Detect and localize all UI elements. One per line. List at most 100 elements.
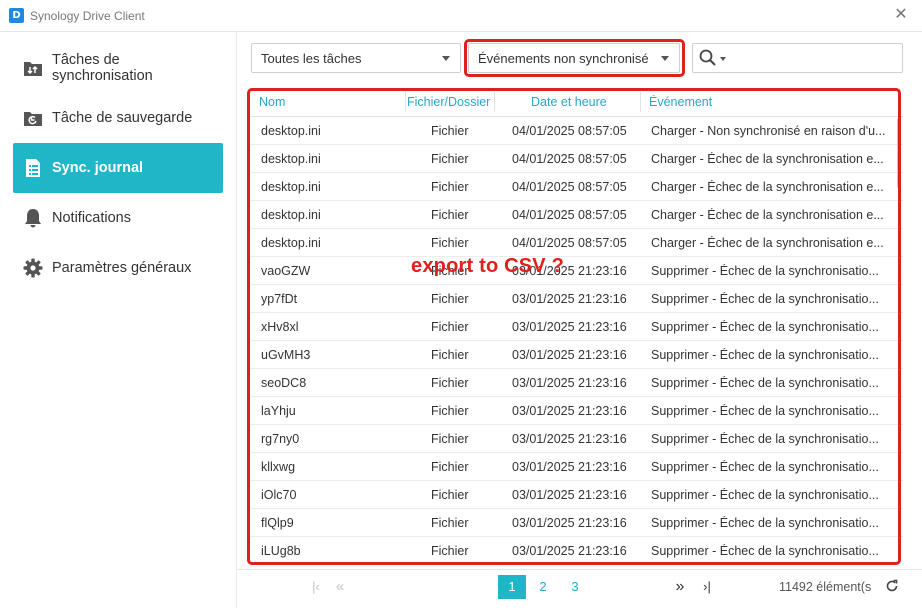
sidebar-item-label: Tâche de sauvegarde (52, 110, 193, 126)
log-list-icon (23, 158, 43, 178)
annotation-text: export to CSV ? (411, 255, 565, 277)
table-row[interactable]: desktop.ini Fichier 04/01/2025 08:57:05 Cha… (251, 145, 903, 173)
sidebar-item-label: Tâches de synchronisation (52, 52, 153, 84)
task-filter-value: Toutes les tâches (261, 50, 362, 66)
table-row[interactable]: flQlp9 Fichier 03/01/2025 21:23:16 Supprime… (251, 509, 903, 537)
cell-name: xHv8xl (261, 320, 299, 334)
cell-type: Fichier (431, 208, 469, 222)
task-filter-dropdown[interactable]: Toutes les tâches (251, 43, 461, 73)
cell-event: Supprimer - Échec de la synchronisatio..… (651, 348, 879, 362)
table-row[interactable]: desktop.ini Fichier 04/01/2025 08:57:05 Cha… (251, 173, 903, 201)
cell-type: Fichier (431, 516, 469, 530)
cell-datetime: 03/01/2025 21:23:16 (512, 432, 627, 446)
cell-event: Supprimer - Échec de la synchronisatio..… (651, 320, 879, 334)
close-button[interactable]: ✕ (892, 6, 910, 24)
sidebar-item-sync-journal[interactable]: Sync. journal (13, 143, 223, 193)
search-options-chevron-icon[interactable] (720, 57, 726, 61)
sidebar-item-sync-tasks[interactable]: Tâches de synchronisation (13, 43, 223, 93)
first-page-button[interactable]: |‹ (307, 575, 325, 599)
cell-datetime: 03/01/2025 21:23:16 (512, 404, 627, 418)
table-row[interactable]: desktop.ini Fichier 04/01/2025 08:57:05 Cha… (251, 229, 903, 257)
previous-page-button[interactable]: « (331, 575, 349, 599)
title-bar: D Synology Drive Client ✕ (0, 0, 922, 32)
table-row[interactable]: xHv8xl Fichier 03/01/2025 21:23:16 Supprime… (251, 313, 903, 341)
cell-event: Supprimer - Échec de la synchronisatio..… (651, 264, 879, 278)
cell-event: Supprimer - Échec de la synchronisatio..… (651, 544, 879, 558)
sync-folder-icon (23, 58, 43, 78)
search-box[interactable] (692, 43, 903, 73)
cell-name: kllxwg (261, 460, 296, 474)
cell-event: Charger - Échec de la synchronisation e.… (651, 236, 884, 250)
table-row[interactable]: desktop.ini Fichier 04/01/2025 08:57:05 Cha… (251, 201, 903, 229)
table-row[interactable]: iLUg8b Fichier 03/01/2025 21:23:16 Supprime… (251, 537, 903, 564)
table-row[interactable]: seoDC8 Fichier 03/01/2025 21:23:16 Supprime… (251, 369, 903, 397)
cell-name: seoDC8 (261, 376, 307, 390)
column-header-datetime[interactable]: Date et heure (531, 95, 641, 109)
window-title: Synology Drive Client (30, 9, 145, 23)
cell-event: Charger - Échec de la synchronisation e.… (651, 208, 884, 222)
table-body: desktop.ini Fichier 04/01/2025 08:57:05 Cha… (251, 117, 903, 564)
cell-type: Fichier (431, 152, 469, 166)
column-divider[interactable] (494, 92, 495, 112)
cell-type: Fichier (431, 404, 469, 418)
cell-type: Fichier (431, 320, 469, 334)
last-page-button[interactable]: ›| (697, 575, 717, 599)
cell-name: desktop.ini (261, 152, 321, 166)
event-filter-value: Événements non synchronisé (478, 50, 649, 66)
cell-datetime: 03/01/2025 21:23:16 (512, 516, 627, 530)
backup-folder-icon (23, 108, 43, 128)
table-row[interactable]: laYhju Fichier 03/01/2025 21:23:16 Supprime… (251, 397, 903, 425)
cell-datetime: 03/01/2025 21:23:16 (512, 488, 627, 502)
sidebar-item-backup-task[interactable]: Tâche de sauvegarde (13, 93, 223, 143)
search-icon[interactable] (699, 49, 717, 72)
chevron-down-icon (442, 56, 450, 61)
synology-drive-logo-icon: D (9, 8, 24, 23)
cell-name: iOlc70 (261, 488, 297, 502)
table-row[interactable]: vaoGZW Fichier 03/01/2025 21:23:16 Supprime… (251, 257, 903, 285)
cell-datetime: 03/01/2025 21:23:16 (512, 460, 627, 474)
column-header-type[interactable]: Fichier/Dossier (407, 95, 493, 109)
cell-type: Fichier (431, 292, 469, 306)
cell-type: Fichier (431, 376, 469, 390)
cell-datetime: 04/01/2025 08:57:05 (512, 180, 627, 194)
column-divider[interactable] (405, 92, 406, 112)
cell-type: Fichier (431, 348, 469, 362)
column-header-name[interactable]: Nom (259, 95, 389, 109)
next-page-button[interactable]: » (670, 575, 690, 599)
cell-type: Fichier (431, 460, 469, 474)
cell-type: Fichier (431, 180, 469, 194)
event-filter-dropdown[interactable]: Événements non synchronisé (468, 43, 680, 73)
table-row[interactable]: yp7fDt Fichier 03/01/2025 21:23:16 Supprime… (251, 285, 903, 313)
table-scrollbar[interactable] (897, 118, 901, 188)
table-row[interactable]: rg7ny0 Fichier 03/01/2025 21:23:16 Supprime… (251, 425, 903, 453)
sidebar: Tâches de synchronisation Tâche de sauve… (0, 32, 236, 608)
sidebar-item-label: Paramètres généraux (52, 260, 192, 276)
item-count: 11492 élément(s) (779, 580, 871, 594)
sync-journal-table: Nom Fichier/Dossier Date et heure Événem… (251, 88, 903, 564)
page-button-1[interactable]: 1 (498, 575, 526, 599)
cell-event: Supprimer - Échec de la synchronisatio..… (651, 376, 879, 390)
table-header: Nom Fichier/Dossier Date et heure Événem… (251, 88, 903, 117)
cell-event: Supprimer - Échec de la synchronisatio..… (651, 432, 879, 446)
cell-event: Supprimer - Échec de la synchronisatio..… (651, 404, 879, 418)
column-header-event[interactable]: Événement (649, 95, 849, 109)
sidebar-item-notifications[interactable]: Notifications (13, 193, 223, 243)
refresh-icon[interactable] (885, 579, 899, 598)
cell-type: Fichier (431, 432, 469, 446)
sidebar-item-general-settings[interactable]: Paramètres généraux (13, 243, 223, 293)
cell-name: yp7fDt (261, 292, 298, 306)
page-button-3[interactable]: 3 (561, 575, 589, 599)
cell-name: desktop.ini (261, 208, 321, 222)
column-divider[interactable] (640, 92, 641, 112)
page-button-2[interactable]: 2 (529, 575, 557, 599)
cell-name: desktop.ini (261, 180, 321, 194)
table-row[interactable]: iOlc70 Fichier 03/01/2025 21:23:16 Supprime… (251, 481, 903, 509)
cell-event: Supprimer - Échec de la synchronisatio..… (651, 488, 879, 502)
table-row[interactable]: uGvMH3 Fichier 03/01/2025 21:23:16 Supprime… (251, 341, 903, 369)
search-input[interactable] (731, 48, 896, 68)
table-row[interactable]: desktop.ini Fichier 04/01/2025 08:57:05 Cha… (251, 117, 903, 145)
sidebar-item-label: Sync. journal (52, 160, 144, 176)
table-row[interactable]: kllxwg Fichier 03/01/2025 21:23:16 Supprime… (251, 453, 903, 481)
cell-event: Supprimer - Échec de la synchronisatio..… (651, 516, 879, 530)
bell-icon (23, 208, 43, 228)
